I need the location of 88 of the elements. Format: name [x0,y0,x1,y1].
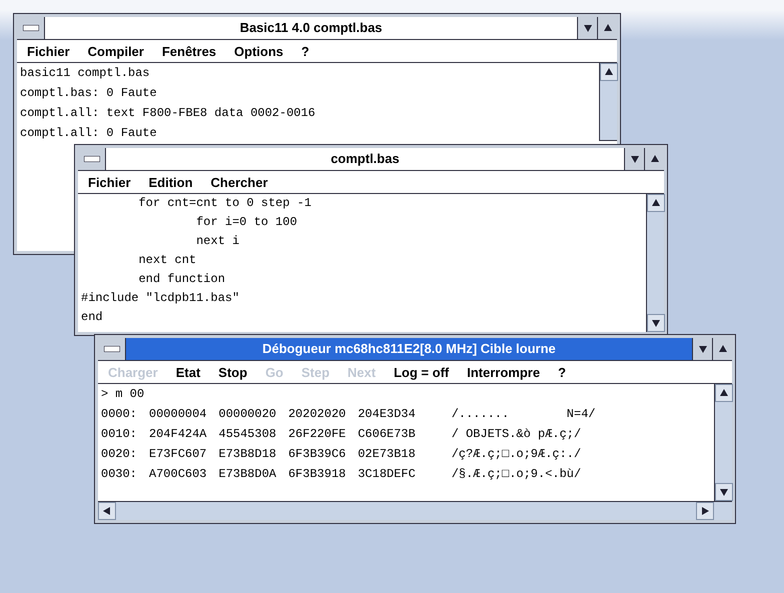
command-line: > m 00 [101,386,146,403]
scroll-right-button[interactable] [696,502,714,520]
minus-icon [104,346,120,352]
menu-item[interactable]: Fenêtres [162,44,216,58]
hex-word: 6F3B3918 [288,466,346,483]
vertical-scrollbar[interactable] [599,63,617,141]
hex-word: 45545308 [218,426,276,443]
hex-word: 204F424A [149,426,207,443]
hex-word: A700C603 [149,466,207,483]
output-line: basic11 comptl.bas [20,65,151,82]
scroll-down-button[interactable] [715,483,733,501]
caret-down-icon [582,23,592,33]
hex-word: 26F220FE [288,426,346,443]
code-line: end [81,309,104,326]
arrow-up-icon [604,67,614,77]
code-line: next i [195,233,240,250]
maximize-button[interactable] [644,148,664,170]
system-menu-button[interactable] [78,148,106,170]
hex-word: 3C18DEFC [358,466,416,483]
menu-item[interactable]: Interrompre [466,364,540,380]
menu-item[interactable]: Compiler [88,44,144,58]
arrow-left-icon [102,506,112,516]
window-title: comptl.bas [330,150,400,168]
code-line: next cnt [138,252,198,269]
output-line: comptl.all: text F800-FBE8 data 0002-0016 [20,105,316,122]
arrow-up-icon [719,388,729,398]
code-line: for i=0 to 100 [195,214,298,231]
menu-item[interactable]: Fichier [88,174,131,190]
caret-down-icon [698,344,708,354]
menu-item[interactable]: Log = off [394,364,449,380]
menu-item[interactable]: Etat [176,364,200,380]
scroll-up-button[interactable] [600,63,618,81]
ascii-dump: /§.Æ.ç;□.o;9.<.bù/ [451,466,582,483]
hex-word: E73FC607 [149,446,207,463]
vertical-scrollbar[interactable] [646,194,664,332]
output-line: comptl.bas: 0 Faute [20,85,158,102]
maximize-button[interactable] [597,17,617,39]
ascii-dump: / OBJETS.&ò pÆ.ç;/ [451,426,582,443]
hex-word: 204E3D34 [358,406,416,423]
ascii-dump: /ç?Æ.ç;□.o;9Æ.ç:./ [451,446,582,463]
menu-item[interactable]: Chercher [210,174,268,190]
system-menu-button[interactable] [17,17,45,39]
hex-word: C606E73B [358,426,416,443]
scroll-up-button[interactable] [647,194,665,212]
menu-item[interactable]: Fichier [27,44,70,58]
scroll-left-button[interactable] [98,502,116,520]
caret-up-icon [718,344,728,354]
arrow-down-icon [719,487,729,497]
hex-word: E73B8D18 [218,446,276,463]
menu-item[interactable]: ? [558,364,566,380]
hex-word: 20202020 [288,406,346,423]
code-line: #include "lcdpb11.bas" [81,290,240,307]
memory-address: 0020: [101,446,138,463]
code-line: end function [138,271,226,288]
minimize-button[interactable] [624,148,644,170]
arrow-up-icon [651,198,661,208]
system-menu-button[interactable] [98,338,126,360]
hex-word: 6F3B39C6 [288,446,346,463]
caret-down-icon [630,154,640,164]
scroll-up-button[interactable] [715,384,733,402]
vertical-scrollbar[interactable] [714,384,732,501]
hex-word: 00000004 [149,406,207,423]
caret-up-icon [650,154,660,164]
hex-word: 00000020 [218,406,276,423]
memory-address: 0010: [101,426,138,443]
maximize-button[interactable] [712,338,732,360]
minimize-button[interactable] [577,17,597,39]
hex-word: 02E73B18 [358,446,416,463]
code-line: for cnt=cnt to 0 step -1 [138,195,312,212]
hex-word: E73B8D0A [218,466,276,483]
output-line: comptl.all: 0 Faute [20,125,158,142]
minimize-button[interactable] [692,338,712,360]
menu-item[interactable]: Options [234,44,284,58]
caret-up-icon [602,23,612,33]
menu-item[interactable]: Edition [148,174,193,190]
menu-item[interactable]: Stop [218,364,248,380]
menu-item[interactable]: ? [301,44,310,58]
memory-address: 0000: [101,406,138,423]
minus-icon [22,25,38,31]
horizontal-scrollbar[interactable] [98,501,732,520]
ascii-dump: /....... N=4/ [451,406,596,423]
arrow-down-icon [651,318,661,328]
scroll-down-button[interactable] [647,314,665,332]
arrow-right-icon [700,506,710,516]
minus-icon [84,156,100,162]
window-title: Débogueur mc68hc811E2[8.0 MHz] Cible lourne [261,340,557,358]
memory-address: 0030: [101,466,138,483]
window-title: Basic11 4.0 comptl.bas [238,19,384,37]
